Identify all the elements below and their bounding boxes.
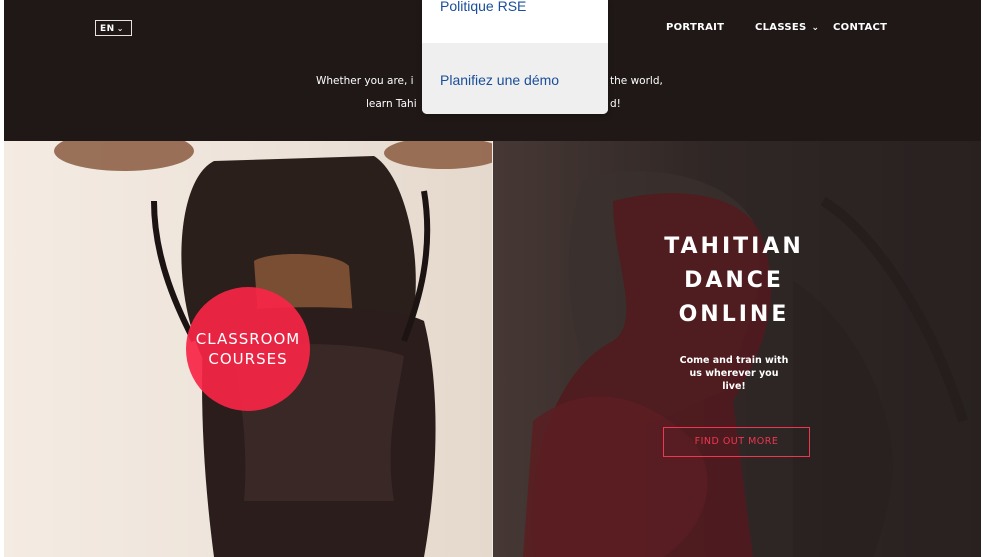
- hero-title: TAHITIAN DANCE ONLINE: [634, 230, 834, 332]
- hero-subtitle-line-3: live!: [722, 381, 746, 392]
- chevron-down-icon: ⌄: [116, 24, 124, 33]
- find-out-more-button[interactable]: FIND OUT MORE: [663, 427, 810, 457]
- hero-title-line-1: TAHITIAN: [664, 234, 804, 259]
- image-overlay: [493, 141, 981, 557]
- hero-title-line-2: DANCE: [684, 268, 784, 293]
- intro-line-2-right: d!: [610, 98, 621, 110]
- badge-line-2: COURSES: [208, 350, 288, 368]
- hero-title-line-3: ONLINE: [678, 302, 790, 327]
- chevron-down-icon: ⌄: [811, 23, 820, 33]
- hero-subtitle: Come and train with us wherever you live…: [664, 354, 804, 393]
- dropdown-item-politique-rse[interactable]: Politique RSE: [422, 0, 608, 43]
- dropdown-item-planifiez-demo[interactable]: Planifiez une démo: [422, 43, 608, 114]
- intro-line-2-left: learn Tahi: [366, 98, 417, 110]
- hero-subtitle-line-2: us wherever you: [689, 368, 779, 379]
- classroom-courses-badge[interactable]: CLASSROOM COURSES: [186, 287, 310, 411]
- online-dance-panel: [493, 141, 981, 557]
- language-selector[interactable]: EN ⌄: [95, 20, 132, 36]
- hero-subtitle-line-1: Come and train with: [679, 355, 789, 366]
- dropdown-item-label: Planifiez une démo: [440, 72, 560, 88]
- dropdown-item-label: Politique RSE: [440, 0, 527, 14]
- classes-dropdown-menu: Politique RSE Planifiez une démo: [422, 0, 608, 114]
- nav-portrait[interactable]: PORTRAIT: [666, 22, 724, 33]
- badge-line-1: CLASSROOM: [195, 330, 301, 348]
- intro-line-1-left: Whether you are, i: [316, 75, 414, 87]
- intro-line-1-right: the world,: [610, 75, 663, 87]
- language-label: EN: [100, 24, 115, 34]
- nav-classes[interactable]: CLASSES ⌄: [755, 22, 819, 33]
- nav-contact[interactable]: CONTACT: [833, 22, 887, 33]
- nav-classes-label: CLASSES: [755, 22, 807, 33]
